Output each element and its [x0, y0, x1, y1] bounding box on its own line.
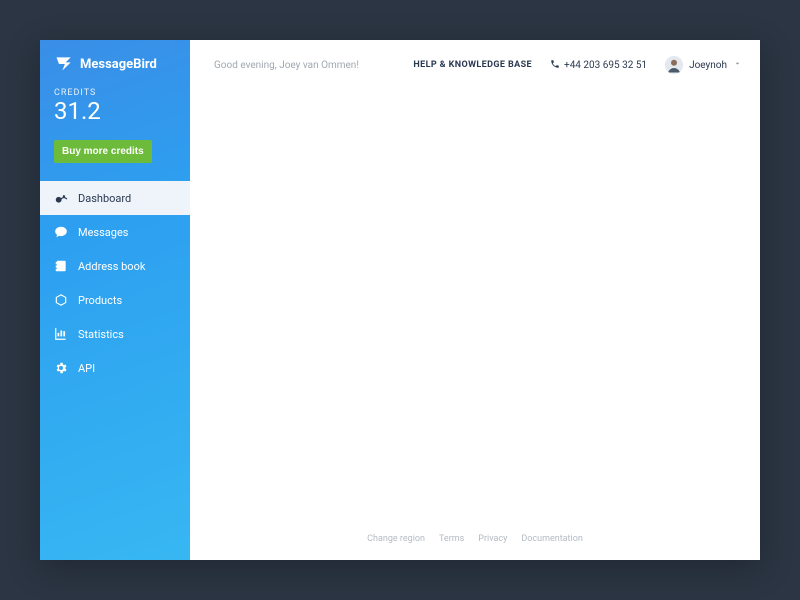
messages-icon [54, 225, 68, 239]
greeting-text: Good evening, Joey van Ommen! [214, 60, 395, 71]
credits-block: CREDITS 31.2 [40, 82, 190, 134]
app-window: MessageBird CREDITS 31.2 Buy more credit… [40, 40, 760, 560]
footer-link-change-region[interactable]: Change region [367, 534, 425, 544]
statistics-icon [54, 327, 68, 341]
sidebar-item-dashboard[interactable]: Dashboard [40, 181, 190, 215]
user-name: Joeynoh [689, 60, 727, 71]
footer-link-documentation[interactable]: Documentation [521, 534, 582, 544]
sidebar-item-api[interactable]: API [40, 351, 190, 385]
sidebar-item-addressbook[interactable]: Address book [40, 249, 190, 283]
avatar [665, 56, 683, 74]
sidebar-item-label: Dashboard [78, 192, 131, 205]
sidebar-item-label: Statistics [78, 328, 124, 341]
sidebar-item-label: Products [78, 294, 122, 307]
sidebar-item-messages[interactable]: Messages [40, 215, 190, 249]
main-area: Good evening, Joey van Ommen! HELP & KNO… [190, 40, 760, 560]
credits-value: 31.2 [54, 98, 176, 124]
dashboard-icon [54, 191, 68, 205]
brand: MessageBird [40, 40, 190, 82]
credits-label: CREDITS [54, 88, 176, 98]
help-link[interactable]: HELP & KNOWLEDGE BASE [413, 60, 532, 70]
phone-icon [550, 59, 560, 72]
sidebar-nav: Dashboard Messages Address book Products [40, 181, 190, 385]
footer-links: Change region Terms Privacy Documentatio… [190, 524, 760, 560]
sidebar-item-label: API [78, 362, 95, 375]
api-icon [54, 361, 68, 375]
phone-number[interactable]: +44 203 695 32 51 [550, 59, 647, 72]
sidebar-item-label: Messages [78, 226, 128, 239]
sidebar: MessageBird CREDITS 31.2 Buy more credit… [40, 40, 190, 560]
addressbook-icon [54, 259, 68, 273]
products-icon [54, 293, 68, 307]
sidebar-item-products[interactable]: Products [40, 283, 190, 317]
footer-link-privacy[interactable]: Privacy [478, 534, 507, 544]
brand-logo-icon [54, 54, 74, 74]
content-empty [190, 82, 760, 524]
phone-text: +44 203 695 32 51 [564, 60, 647, 71]
sidebar-item-label: Address book [78, 260, 145, 273]
user-menu[interactable]: Joeynoh [665, 56, 742, 74]
topbar: Good evening, Joey van Ommen! HELP & KNO… [190, 40, 760, 82]
brand-name: MessageBird [80, 57, 157, 72]
sidebar-item-statistics[interactable]: Statistics [40, 317, 190, 351]
chevron-down-icon [733, 59, 742, 71]
footer-link-terms[interactable]: Terms [439, 534, 464, 544]
buy-credits-button[interactable]: Buy more credits [54, 140, 152, 163]
